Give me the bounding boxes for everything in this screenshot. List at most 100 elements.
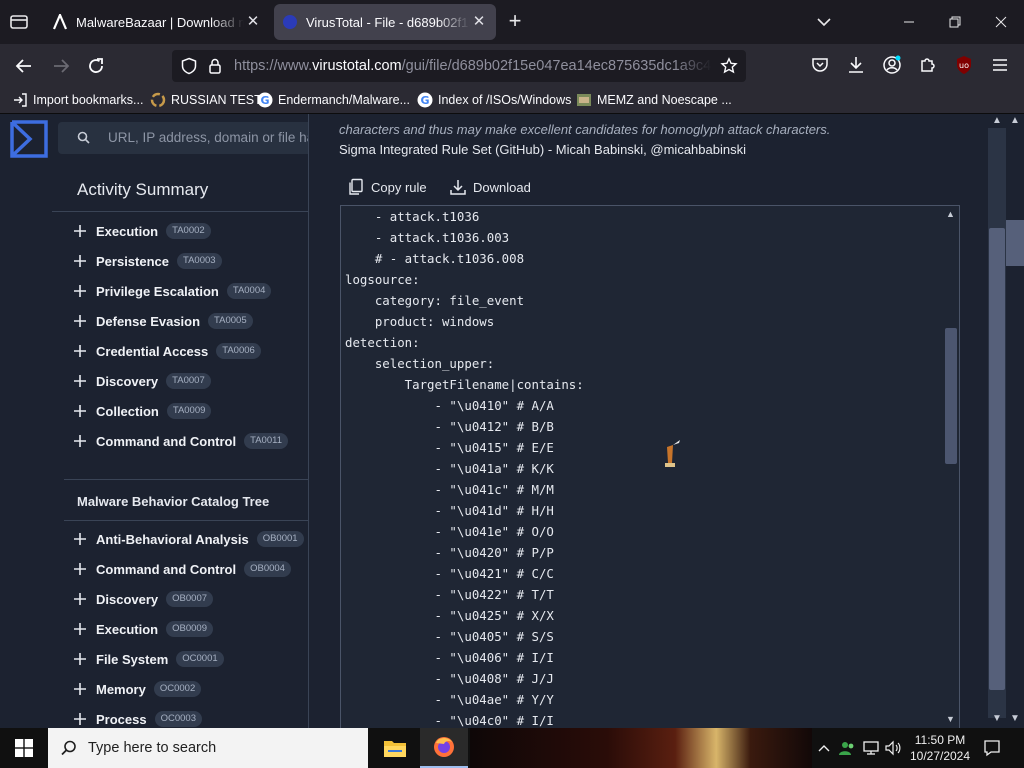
people-tray-icon[interactable]	[837, 738, 857, 758]
bookmark-star-icon[interactable]	[720, 57, 738, 75]
mbc-id-badge: OC0003	[154, 711, 202, 727]
code-line: - "\u041c" # M/M	[345, 482, 554, 497]
bookmark-import[interactable]: Import bookmarks...	[12, 91, 143, 109]
outer-scroll-down-icon[interactable]: ▼	[1006, 712, 1024, 726]
search-icon	[76, 130, 92, 146]
hamburger-menu-icon[interactable]	[988, 53, 1012, 77]
tab-virustotal[interactable]: VirusTotal - File - d689b02f15e0 ✕	[274, 4, 496, 40]
divider	[52, 211, 308, 212]
code-line: - attack.t1036	[345, 209, 480, 224]
tactic-discovery[interactable]: Discovery TA0007	[72, 371, 211, 391]
network-icon[interactable]	[861, 738, 881, 758]
bookmark-memz[interactable]: MEMZ and Noescape ...	[576, 91, 732, 109]
tactic-collection[interactable]: Collection TA0009	[72, 401, 212, 421]
vt-search-input[interactable]: URL, IP address, domain or file hash	[58, 122, 308, 154]
mbc-file-system[interactable]: File System OC0001	[72, 649, 224, 669]
taskbar-search-input[interactable]: Type here to search	[48, 728, 368, 768]
spinner-favicon-icon	[150, 92, 166, 108]
plus-icon	[72, 223, 88, 239]
pocket-icon[interactable]	[808, 53, 832, 77]
code-line: - "\u04c0" # I/I	[345, 713, 554, 728]
download-button[interactable]: Download	[449, 177, 531, 197]
url-text[interactable]: https://www.virustotal.com/gui/file/d689…	[234, 58, 712, 74]
mbc-discovery[interactable]: Discovery OB0007	[72, 589, 214, 609]
code-line: - "\u0425" # X/X	[345, 608, 554, 623]
mbc-command-and-control[interactable]: Command and Control OB0004	[72, 559, 291, 579]
plus-icon	[72, 531, 88, 547]
code-line: - "\u0410" # A/A	[345, 398, 554, 413]
firefox-taskbar-icon[interactable]	[420, 728, 468, 768]
page-scroll-up-icon[interactable]: ▲	[988, 114, 1006, 128]
account-icon[interactable]	[880, 53, 904, 77]
google-favicon-icon: G	[257, 92, 273, 108]
mbc-execution[interactable]: Execution OB0009	[72, 619, 213, 639]
tactic-command-and-control[interactable]: Command and Control TA0011	[72, 431, 288, 451]
scroll-down-icon[interactable]: ▼	[944, 713, 957, 725]
copy-rule-button[interactable]: Copy rule	[347, 177, 427, 197]
rule-source: Sigma Integrated Rule Set (GitHub) - Mic…	[339, 142, 746, 157]
download-icon	[449, 178, 467, 196]
mbc-process[interactable]: Process OC0003	[72, 709, 202, 728]
reload-icon[interactable]	[83, 53, 109, 79]
tactic-privilege-escalation[interactable]: Privilege Escalation TA0004	[72, 281, 272, 301]
code-scroll-thumb[interactable]	[945, 328, 957, 464]
mbc-label: Execution	[96, 621, 159, 637]
back-arrow-icon[interactable]	[11, 53, 37, 79]
mbc-id-badge: OB0009	[166, 621, 213, 637]
plus-icon	[72, 373, 88, 389]
tactic-execution[interactable]: Execution TA0002	[72, 221, 211, 241]
tactic-credential-access[interactable]: Credential Access TA0006	[72, 341, 261, 361]
code-line: - "\u041a" # K/K	[345, 461, 554, 476]
tactic-id-badge: TA0007	[166, 373, 211, 389]
bookmark-index-isos[interactable]: G Index of /ISOs/Windows	[417, 91, 571, 109]
code-line: - "\u0408" # J/J	[345, 671, 554, 686]
extensions-puzzle-icon[interactable]	[916, 53, 940, 77]
tab-malwarebazaar[interactable]: MalwareBazaar | Download mal ✕	[44, 4, 270, 40]
page-scrollbar[interactable]: ▲ ▼ ▲ ▼	[988, 114, 1024, 728]
page-scroll-thumb[interactable]	[989, 228, 1005, 690]
code-scrollbar[interactable]: ▲ ▼	[942, 206, 959, 728]
outer-scroll-thumb[interactable]	[1006, 220, 1024, 266]
outer-scroll-up-icon[interactable]: ▲	[1006, 114, 1024, 128]
page-scroll-down-icon[interactable]: ▼	[988, 712, 1006, 726]
file-explorer-icon[interactable]	[371, 728, 419, 768]
list-all-tabs-icon[interactable]	[813, 12, 835, 32]
sigma-rule-code[interactable]: - attack.t1036 - attack.t1036.003 # - at…	[340, 205, 960, 728]
code-line: - "\u04ae" # Y/Y	[345, 692, 554, 707]
bookmark-russian-test[interactable]: RUSSIAN TEST	[150, 91, 262, 109]
tab-title: VirusTotal - File - d689b02f15e0	[306, 14, 470, 30]
restore-button[interactable]	[932, 0, 978, 44]
downloads-icon[interactable]	[844, 53, 868, 77]
virustotal-logo-icon[interactable]	[8, 118, 50, 160]
tab-close-icon[interactable]: ✕	[470, 13, 488, 31]
ublock-origin-icon[interactable]: uo	[952, 53, 976, 77]
plus-icon	[72, 253, 88, 269]
taskbar-clock[interactable]: 11:50 PM 10/27/2024	[900, 732, 980, 764]
firefox-view-icon[interactable]	[6, 9, 32, 35]
mbc-heading: Malware Behavior Catalog Tree	[77, 494, 270, 509]
windows-start-button[interactable]	[0, 728, 48, 768]
show-hidden-icons-chevron-icon[interactable]	[814, 738, 834, 758]
scroll-up-icon[interactable]: ▲	[944, 208, 957, 220]
mbc-memory[interactable]: Memory OC0002	[72, 679, 202, 699]
lock-icon[interactable]	[206, 57, 224, 75]
close-window-button[interactable]	[978, 0, 1024, 44]
tactic-id-badge: TA0009	[166, 403, 212, 419]
minimize-button[interactable]	[886, 0, 932, 44]
tracking-protection-shield-icon[interactable]	[180, 57, 198, 75]
tactic-persistence[interactable]: Persistence TA0003	[72, 251, 222, 271]
mbc-anti-behavioral-analysis[interactable]: Anti-Behavioral Analysis OB0001	[72, 529, 304, 549]
plus-icon	[72, 561, 88, 577]
bookmark-endermanch[interactable]: G Endermanch/Malware...	[257, 91, 410, 109]
tactic-defense-evasion[interactable]: Defense Evasion TA0005	[72, 311, 253, 331]
mbc-label: Process	[96, 711, 147, 727]
mbc-label: Memory	[96, 681, 146, 697]
notifications-icon[interactable]	[982, 738, 1002, 758]
new-tab-button[interactable]: +	[503, 10, 527, 34]
tab-close-icon[interactable]: ✕	[244, 13, 262, 31]
taskbar-wallpaper-strip	[470, 728, 812, 768]
url-bar[interactable]: https://www.virustotal.com/gui/file/d689…	[172, 50, 746, 82]
forward-arrow-icon[interactable]	[48, 53, 74, 79]
virustotal-favicon-icon	[282, 14, 298, 30]
code-line: - "\u0422" # T/T	[345, 587, 554, 602]
